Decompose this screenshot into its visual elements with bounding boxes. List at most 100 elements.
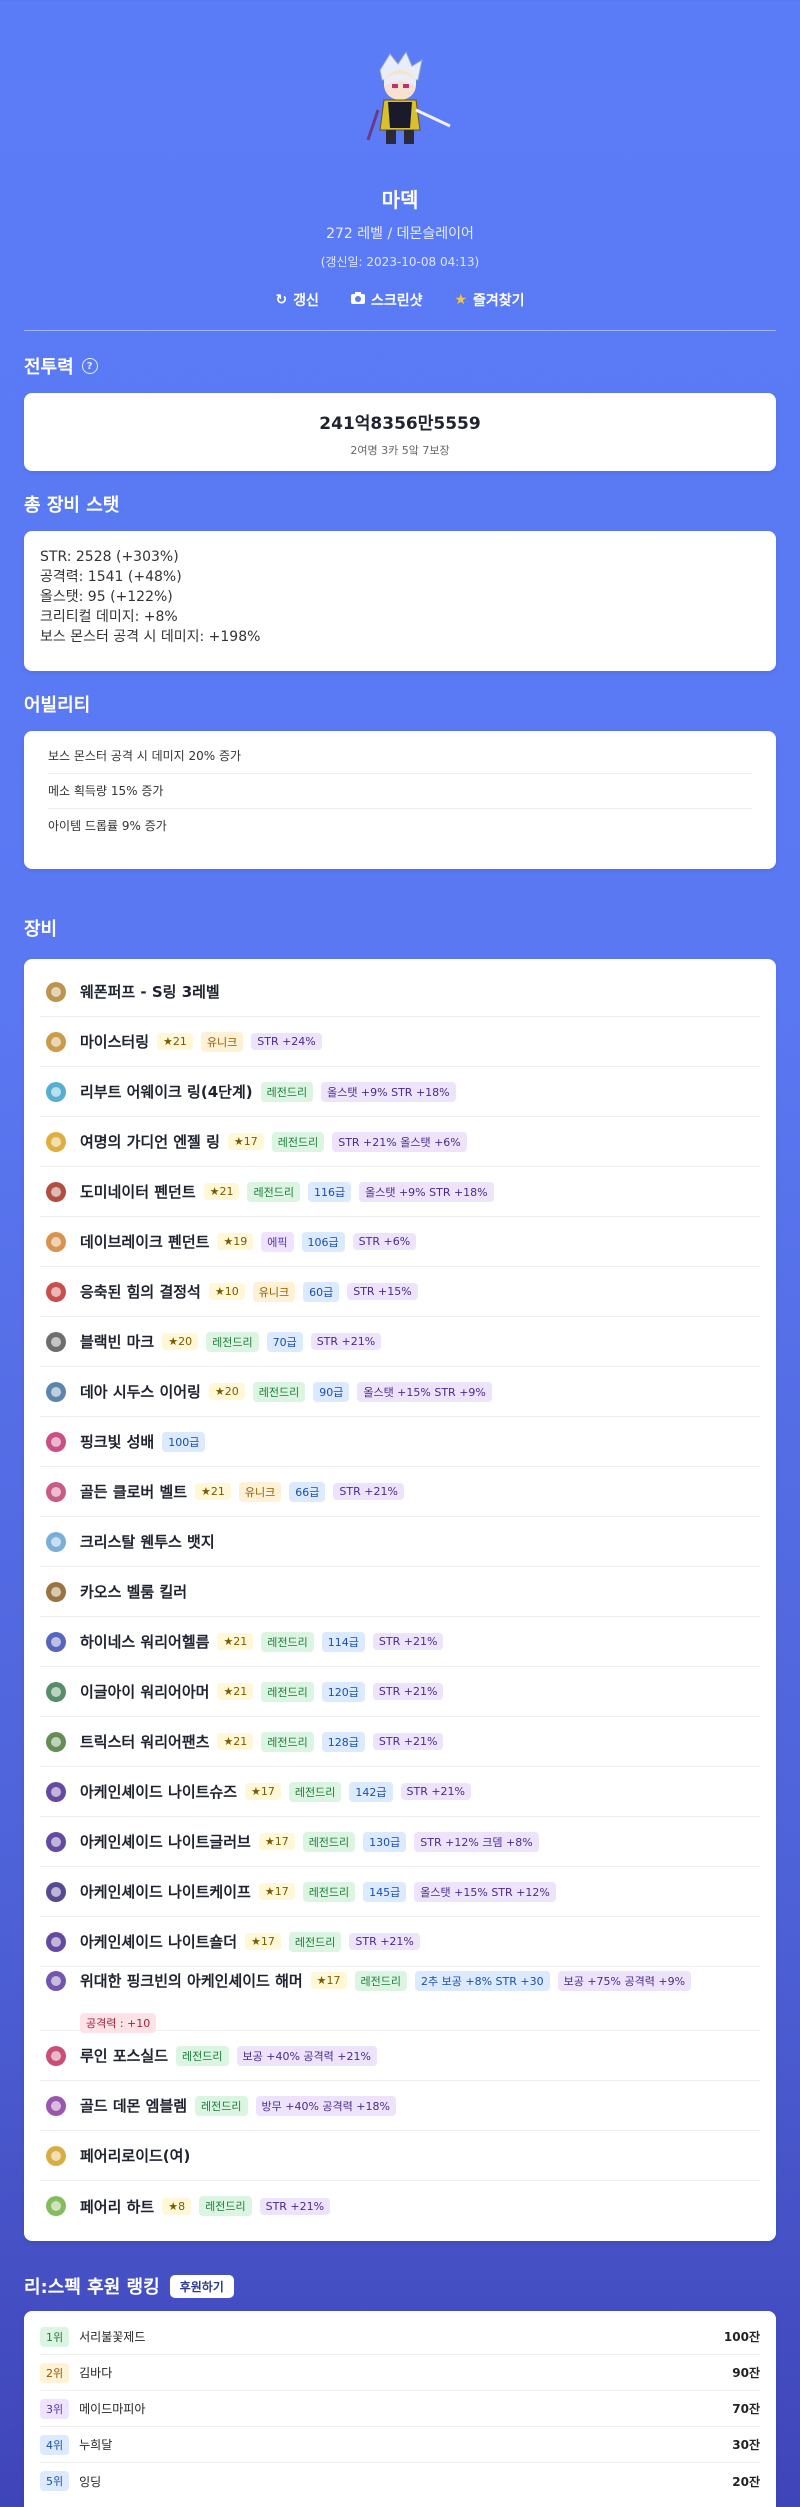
equipment-row[interactable]: 웨폰퍼프 - S링 3레벨	[40, 967, 760, 1017]
screenshot-button[interactable]: 스크린샷	[350, 290, 422, 310]
combat-power-card: 241억8356만5559 2여명 3카 5앜 7보장	[24, 393, 776, 471]
item-name: 데아 시두스 이어링	[80, 1383, 201, 1401]
item-name: 여명의 가디언 엔젤 링	[80, 1133, 220, 1151]
equipment-row[interactable]: 아케인셰이드 나이트글러브 ★17 레전드리 130급 STR +12% 크뎀 +8%	[40, 1817, 760, 1867]
profile-header: 마덱 272 레벨 / 데몬슬레이어 (갱신일: 2023-10-08 04:1…	[0, 0, 800, 310]
glove-icon	[40, 1826, 72, 1858]
rank-name: 잉딩	[79, 2474, 102, 2489]
equipment-row[interactable]: 트릭스터 워리어팬츠 ★21 레전드리 128급 STR +21%	[40, 1717, 760, 1767]
equipment-row[interactable]: 위대한 핑크빈의 아케인셰이드 해머 ★17 레전드리 2추 보공 +8% STR +…	[40, 1967, 760, 2033]
equipment-title: 장비	[24, 919, 58, 940]
item-badge: 142급	[349, 1781, 393, 1802]
item-name: 루인 포스실드	[80, 2047, 169, 2065]
equipment-row[interactable]: 골드 데몬 엠블렘 레전드리 방무 +40% 공격력 +18%	[40, 2081, 760, 2131]
equipment-row[interactable]: 크리스탈 웬투스 뱃지	[40, 1517, 760, 1567]
stat-line: STR: 2528 (+303%)	[40, 549, 179, 565]
item-badge: 레전드리	[288, 1931, 342, 1952]
item-badge: 보공 +75% 공격력 +9%	[557, 1970, 692, 1991]
equipment-row[interactable]: 블랙빈 마크 ★20 레전드리 70급 STR +21%	[40, 1317, 760, 1367]
pocket-icon	[40, 1276, 72, 1308]
pants-icon	[40, 1726, 72, 1758]
equipment-row[interactable]: 아케인셰이드 나이트케이프 ★17 레전드리 145급 올스탯 +15% STR +12…	[40, 1867, 760, 1917]
equipment-row[interactable]: 이글아이 워리어아머 ★21 레전드리 120급 STR +21%	[40, 1667, 760, 1717]
equipment-row[interactable]: 리부트 어웨이크 링(4단계) 레전드리 올스탯 +9% STR +18%	[40, 1067, 760, 1117]
item-name: 골든 클로버 벨트	[80, 1483, 188, 1501]
shield-icon	[40, 2040, 72, 2072]
item-badge: ★17	[245, 1933, 281, 1950]
item-badge: 레전드리	[354, 1970, 408, 1991]
item-badge: 레전드리	[271, 1131, 325, 1152]
equipment-row[interactable]: 아케인셰이드 나이트숄더 ★17 레전드리 STR +21%	[40, 1917, 760, 1967]
item-badge: 방무 +40% 공격력 +18%	[255, 2095, 396, 2116]
item-badge: 100급	[162, 1431, 206, 1452]
favorite-button[interactable]: ★ 즐겨찾기	[454, 290, 524, 310]
equipment-row[interactable]: 핑크빛 성배 100급	[40, 1417, 760, 1467]
equipment-row[interactable]: 페어리 하트 ★8 레전드리 STR +21%	[40, 2181, 760, 2231]
equipment-row[interactable]: 응축된 힘의 결정석 ★10 유니크 60급 STR +15%	[40, 1267, 760, 1317]
crystal-icon	[40, 1526, 72, 1558]
character-name: 마덱	[381, 188, 419, 212]
item-name: 아케인셰이드 나이트글러브	[80, 1833, 251, 1851]
equipment-row[interactable]: 카오스 벨룸 킬러	[40, 1567, 760, 1617]
equipment-row[interactable]: 페어리로이드(여)	[40, 2131, 760, 2181]
ranking-label: 리:스펙 후원 랭킹	[24, 2277, 160, 2298]
ring-icon	[40, 1126, 72, 1158]
item-badge: ★21	[157, 1033, 193, 1050]
total-stats-title: 총 장비 스탯	[24, 495, 120, 516]
support-button[interactable]: 후원하기	[169, 2274, 234, 2298]
item-badge: 레전드리	[195, 2095, 248, 2116]
shoulder-icon	[40, 1926, 72, 1958]
item-badge: STR +21% 올스탯 +6%	[332, 1131, 467, 1152]
equipment-row[interactable]: 루인 포스실드 레전드리 보공 +40% 공격력 +21%	[40, 2031, 760, 2081]
armor-icon	[40, 1676, 72, 1708]
help-icon[interactable]: ?	[81, 358, 98, 374]
item-badge: ★19	[217, 1233, 254, 1250]
ranking-card: 1위 서리불꽃제드 100잔 2위 김바다 90잔 3위 메이드마피아 70잔 4위 누희달 30잔 5…	[24, 2311, 776, 2507]
item-badge: STR +21%	[310, 1333, 382, 1350]
character-avatar	[340, 40, 460, 160]
equipment-row[interactable]: 데아 시두스 이어링 ★20 레전드리 90급 올스탯 +15% STR +9%	[40, 1367, 760, 1417]
item-name: 트릭스터 워리어팬츠	[80, 1733, 210, 1751]
earring-icon	[40, 1376, 72, 1408]
item-badge: ★17	[227, 1133, 264, 1150]
equipment-card: 웨폰퍼프 - S링 3레벨 마이스터링 ★21 유니크 STR +24% 리부트 어웨이크…	[24, 959, 776, 2241]
item-name: 카오스 벨룸 킬러	[80, 1583, 188, 1601]
equipment-row[interactable]: 하이네스 워리어헬름 ★21 레전드리 114급 STR +21%	[40, 1617, 760, 1667]
rank-name: 김바다	[79, 2366, 113, 2380]
character-level-class: 272 레벨 / 데몬슬레이어	[326, 226, 474, 242]
item-badge: STR +21%	[372, 1633, 444, 1650]
equipment-row[interactable]: 데이브레이크 펜던트 ★19 에픽 106급 STR +6%	[40, 1217, 760, 1267]
emblem-icon	[40, 2090, 72, 2122]
item-badge: STR +21%	[333, 1483, 404, 1500]
item-name: 리부트 어웨이크 링(4단계)	[80, 1083, 253, 1101]
item-badge: ★21	[217, 1683, 254, 1700]
equipment-row[interactable]: 골든 클로버 벨트 ★21 유니크 66급 STR +21%	[40, 1467, 760, 1517]
stat-line: 크리티컬 데미지: +8%	[40, 609, 178, 625]
item-badge: 올스탯 +15% STR +9%	[357, 1381, 492, 1402]
pendant-icon	[40, 1176, 72, 1208]
item-badge: STR +21%	[372, 1683, 444, 1700]
item-badge: 70급	[266, 1331, 303, 1352]
combat-power-label: 전투력	[24, 357, 74, 378]
item-badge: ★20	[162, 1333, 199, 1350]
equipment-row[interactable]: 아케인셰이드 나이트슈즈 ★17 레전드리 142급 STR +21%	[40, 1767, 760, 1817]
header-divider	[24, 330, 776, 331]
pendant-icon	[40, 1226, 72, 1258]
ring-icon	[40, 1026, 72, 1058]
item-badge: 66급	[289, 1481, 326, 1502]
updated-date: (갱신일: 2023-10-08 04:13)	[320, 255, 480, 269]
item-badge: 106급	[301, 1231, 345, 1252]
combat-power-title: 전투력 ?	[24, 353, 776, 379]
item-badge: 레전드리	[261, 1681, 314, 1702]
item-badge: 레전드리	[199, 2196, 252, 2216]
star-icon: ★	[454, 292, 468, 308]
item-name: 마이스터링	[80, 1033, 150, 1051]
item-badge: 120급	[321, 1681, 365, 1702]
equipment-row[interactable]: 도미네이터 펜던트 ★21 레전드리 116급 올스탯 +9% STR +18%	[40, 1167, 760, 1217]
item-badge: 116급	[307, 1181, 352, 1202]
equipment-row[interactable]: 마이스터링 ★21 유니크 STR +24%	[40, 1017, 760, 1067]
refresh-button[interactable]: ↻ 갱신	[275, 290, 319, 310]
item-name: 아케인셰이드 나이트슈즈	[80, 1783, 238, 1801]
stat-line: 공격력: 1541 (+48%)	[40, 569, 182, 585]
equipment-row[interactable]: 여명의 가디언 엔젤 링 ★17 레전드리 STR +21% 올스탯 +6%	[40, 1117, 760, 1167]
